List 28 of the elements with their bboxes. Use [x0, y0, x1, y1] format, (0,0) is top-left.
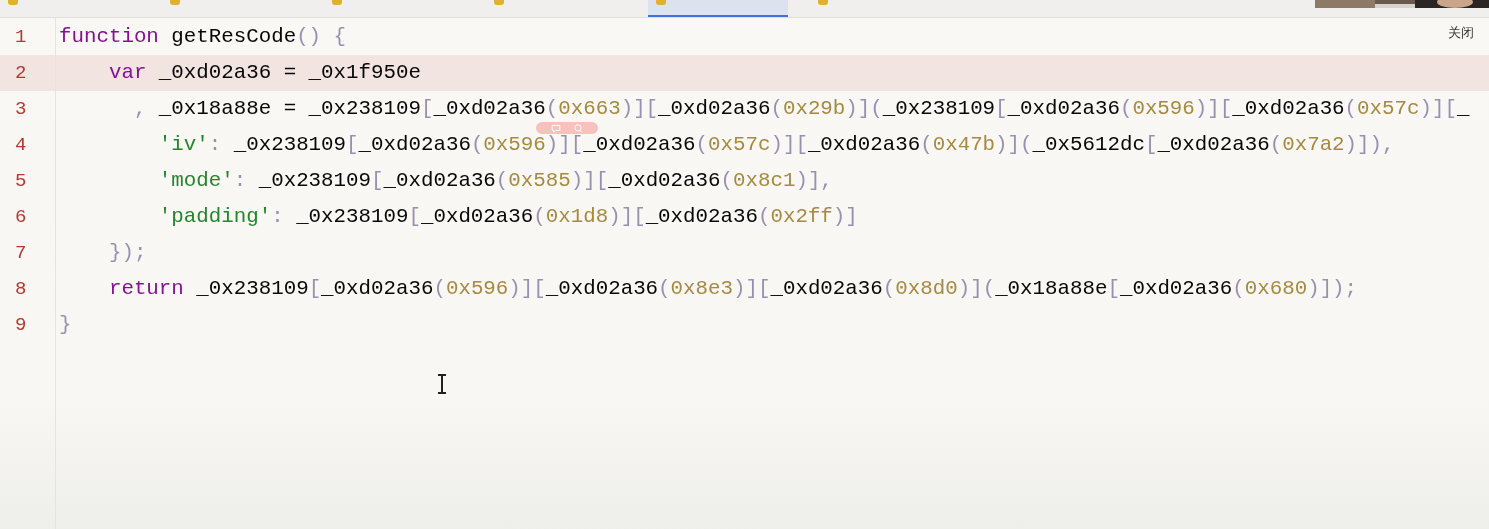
- line-number: 1: [14, 25, 28, 50]
- code-line: 'iv': _0x238109[_0xd02a36(0x596)][_0xd02a36(0x57c)][_0xd02a36(0x47b)](_0x5612dc[_0xd02a36(0x7a2)]),: [157, 134, 1395, 156]
- code-line: }: [59, 314, 72, 336]
- close-label[interactable]: 关闭: [1448, 24, 1474, 42]
- code-line: });: [107, 242, 147, 264]
- line-number: 9: [14, 313, 28, 338]
- file-icon: [494, 0, 504, 5]
- line-number: 5: [14, 169, 28, 194]
- code-line: return _0x238109[_0xd02a36(0x596)][_0xd02a36(0x8e3)][_0xd02a36(0x8d0)](_0x18a88e[_0xd02a36(0x680)]);: [107, 278, 1358, 300]
- line-number: 6: [14, 205, 28, 230]
- file-icon: [8, 0, 18, 5]
- file-icon: [170, 0, 180, 5]
- line-number: 7: [14, 241, 28, 266]
- line-number: 8: [14, 277, 28, 302]
- code-line: , _0x18a88e = _0x238109[_0xd02a36(0x663)][_0xd02a36(0x29b)](_0x238109[_0xd02a36(0x596)][_0xd02a36(0x57c)][_: [132, 98, 1470, 120]
- file-icon: [656, 0, 666, 5]
- file-icon: [332, 0, 342, 5]
- line-number: 4: [14, 133, 28, 158]
- file-icon: [818, 0, 828, 5]
- text-cursor-icon: [437, 374, 447, 394]
- floating-toolbar[interactable]: [536, 122, 598, 134]
- editor-tab[interactable]: [648, 0, 788, 17]
- code-line: 'padding': _0x238109[_0xd02a36(0x1d8)][_0xd02a36(0x2ff)]: [157, 206, 858, 228]
- line-number: 2: [0, 55, 55, 91]
- line-number: 3: [14, 97, 28, 122]
- code-line: var _0xd02a36 = _0x1f950e: [107, 62, 421, 84]
- code-line: function getResCode() {: [59, 26, 347, 48]
- code-line: 'mode': _0x238109[_0xd02a36(0x585)][_0xd02a36(0x8c1)],: [157, 170, 833, 192]
